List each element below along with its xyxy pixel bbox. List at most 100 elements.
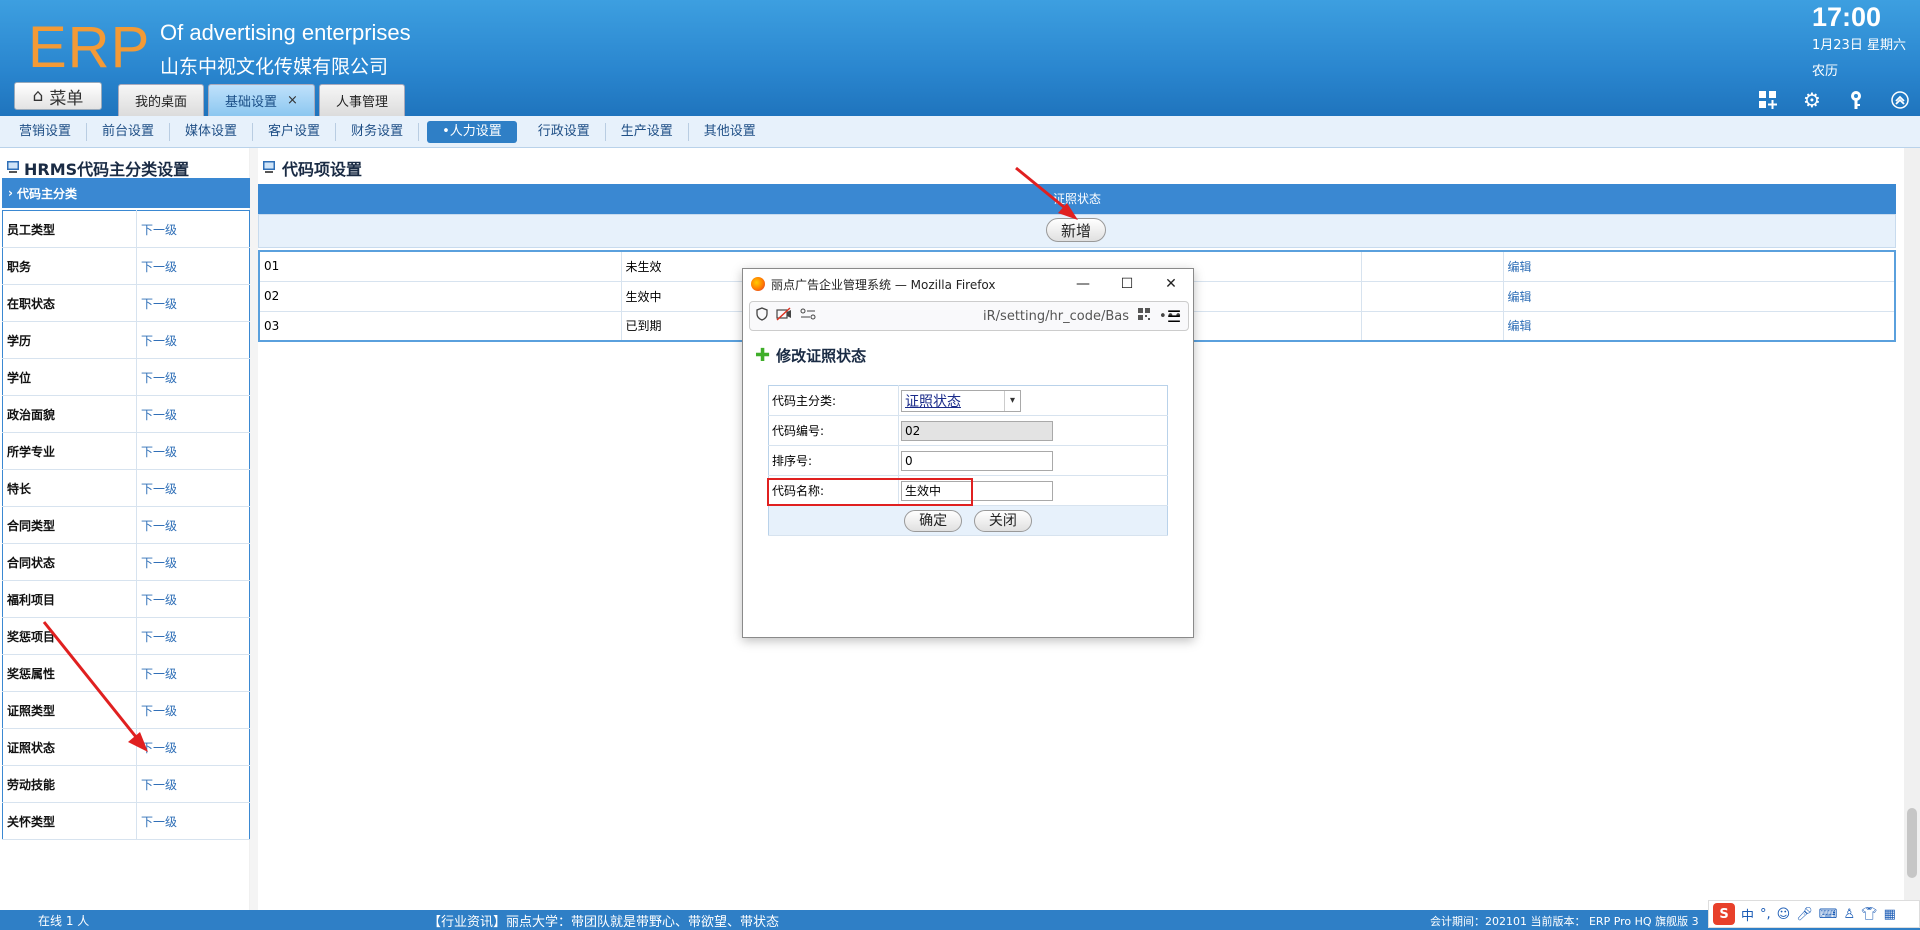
next-level-link[interactable]: 下一级 <box>136 432 250 470</box>
add-button[interactable]: 新增 <box>1046 218 1106 242</box>
vertical-scrollbar[interactable] <box>1904 148 1920 910</box>
qr-code-icon[interactable] <box>1137 307 1151 325</box>
subnav-media[interactable]: 媒体设置 <box>170 122 254 141</box>
panel-divider <box>250 148 258 910</box>
subnav-admin[interactable]: 行政设置 <box>523 122 606 141</box>
clock-time: 17:00 <box>1812 2 1882 32</box>
header-toolbar: ⚙ <box>1756 88 1912 112</box>
news-ticker[interactable]: 【行业资讯】丽点大学：带团队就是带野心、带欲望、带状态 <box>428 911 779 930</box>
skin-icon[interactable]: 👕︎ <box>1861 907 1878 922</box>
minimize-icon[interactable]: — <box>1061 269 1105 299</box>
category-row: 证照状态 下一级 <box>2 728 250 766</box>
grid-icon[interactable]: ▦ <box>1884 907 1896 922</box>
edit-link[interactable]: 编辑 <box>1502 250 1896 282</box>
next-level-link[interactable]: 下一级 <box>136 728 250 766</box>
home-icon: ⌂ <box>32 86 44 106</box>
tab-hr-management[interactable]: 人事管理 <box>318 84 405 116</box>
popup-heading: ✚ 修改证照状态 <box>755 345 866 366</box>
code-category-panel: HRMS代码主分类设置 › 代码主分类 员工类型 下一级 职务 下一级 在职状态 下一级学… <box>0 148 250 910</box>
camera-off-icon[interactable] <box>776 307 792 325</box>
next-level-link[interactable]: 下一级 <box>136 395 250 433</box>
edit-link[interactable]: 编辑 <box>1502 310 1896 342</box>
category-row: 所学专业 下一级 <box>2 432 250 470</box>
subnav-other[interactable]: 其他设置 <box>689 123 771 141</box>
subnav-finance[interactable]: 财务设置 <box>336 122 420 141</box>
microphone-icon[interactable]: 🎤︎ <box>1796 907 1813 922</box>
user-icon[interactable]: ♙ <box>1844 907 1856 922</box>
close-button[interactable]: 关闭 <box>973 509 1032 532</box>
close-icon[interactable]: × <box>287 93 298 108</box>
subnav-hr[interactable]: •人力设置 <box>427 120 517 143</box>
category-row: 特长 下一级 <box>2 469 250 507</box>
subnav-frontdesk[interactable]: 前台设置 <box>87 122 171 141</box>
category-row: 福利项目 下一级 <box>2 580 250 618</box>
firefox-icon <box>751 277 765 291</box>
code-field: 02 <box>901 420 1053 441</box>
scrollbar-thumb[interactable] <box>1907 808 1917 878</box>
next-level-link[interactable]: 下一级 <box>136 210 250 248</box>
form-row-order: 排序号: 0 <box>768 445 1168 476</box>
subnav-marketing[interactable]: 营销设置 <box>4 122 88 141</box>
tab-basic-settings[interactable]: 基础设置 × <box>208 84 315 116</box>
sogou-icon[interactable]: S <box>1713 903 1735 925</box>
emoji-icon[interactable]: ☺ <box>1777 907 1791 922</box>
category-row: 学历 下一级 <box>2 321 250 359</box>
category-row: 职务 下一级 <box>2 247 250 285</box>
tab-label: 人事管理 <box>335 95 388 110</box>
category-name: 学位 <box>2 358 137 396</box>
form-actions-row: 确定 关闭 <box>768 505 1168 536</box>
tab-desktop[interactable]: 我的桌面 <box>118 84 205 116</box>
next-level-link[interactable]: 下一级 <box>136 765 250 803</box>
hamburger-menu-icon[interactable]: ☰ <box>1159 301 1189 331</box>
order-field[interactable]: 0 <box>901 450 1053 471</box>
category-name: 学历 <box>2 321 137 359</box>
keyboard-icon[interactable]: ⌨ <box>1819 907 1838 922</box>
next-level-link[interactable]: 下一级 <box>136 543 250 581</box>
category-name: 劳动技能 <box>2 765 137 803</box>
menu-button[interactable]: ⌂ 菜单 <box>14 82 102 110</box>
next-level-link[interactable]: 下一级 <box>136 654 250 692</box>
url-text[interactable]: iR/setting/hr_code/Bas <box>983 309 1129 324</box>
subnav-customer[interactable]: 客户设置 <box>253 122 337 141</box>
next-level-link[interactable]: 下一级 <box>136 358 250 396</box>
next-level-link[interactable]: 下一级 <box>136 284 250 322</box>
category-row: 学位 下一级 <box>2 358 250 396</box>
window-controls: — ☐ ✕ <box>1061 269 1193 299</box>
category-select[interactable]: 证照状态 ▾ <box>901 389 1021 412</box>
computer-icon <box>6 159 20 178</box>
code-item-code: 03 <box>258 310 622 342</box>
next-level-link[interactable]: 下一级 <box>136 617 250 655</box>
category-name: 合同状态 <box>2 543 137 581</box>
code-table-header: 证照状态 <box>258 184 1896 214</box>
punctuation-icon[interactable]: °, <box>1760 907 1771 922</box>
edit-link[interactable]: 编辑 <box>1502 280 1896 312</box>
next-level-link[interactable]: 下一级 <box>136 802 250 840</box>
category-name: 所学专业 <box>2 432 137 470</box>
ime-toolbar: S 中 °, ☺ 🎤︎ ⌨ ♙ 👕︎ ▦ <box>1708 900 1920 928</box>
lunar-calendar[interactable]: 农历 <box>1812 60 1838 79</box>
next-level-link[interactable]: 下一级 <box>136 247 250 285</box>
close-icon[interactable]: ✕ <box>1149 269 1193 299</box>
next-level-link[interactable]: 下一级 <box>136 691 250 729</box>
company-name-cn: 山东中视文化传媒有限公司 <box>160 56 389 78</box>
url-bar[interactable]: iR/setting/hr_code/Bas ••• <box>749 301 1189 331</box>
collapse-up-icon[interactable] <box>1888 88 1912 112</box>
category-row: 奖惩属性 下一级 <box>2 654 250 692</box>
permissions-icon[interactable] <box>800 308 816 324</box>
ime-mode-label[interactable]: 中 <box>1741 905 1754 924</box>
code-cell: 02 <box>898 415 1168 446</box>
key-icon[interactable] <box>1844 88 1868 112</box>
shield-icon[interactable] <box>756 307 768 325</box>
subnav-production[interactable]: 生产设置 <box>606 122 689 141</box>
next-level-link[interactable]: 下一级 <box>136 469 250 507</box>
confirm-button[interactable]: 确定 <box>904 509 963 532</box>
next-level-link[interactable]: 下一级 <box>136 321 250 359</box>
gear-icon[interactable]: ⚙ <box>1800 88 1824 112</box>
next-level-link[interactable]: 下一级 <box>136 580 250 618</box>
section-header[interactable]: › 代码主分类 <box>2 178 250 208</box>
popup-titlebar[interactable]: 丽点广告企业管理系统 — Mozilla Firefox — ☐ ✕ <box>743 269 1193 299</box>
version-info: 会计期间：202101 当前版本： ERP Pro HQ 旗舰版 3 <box>1430 915 1699 928</box>
maximize-icon[interactable]: ☐ <box>1105 269 1149 299</box>
next-level-link[interactable]: 下一级 <box>136 506 250 544</box>
grid-add-icon[interactable] <box>1756 88 1780 112</box>
